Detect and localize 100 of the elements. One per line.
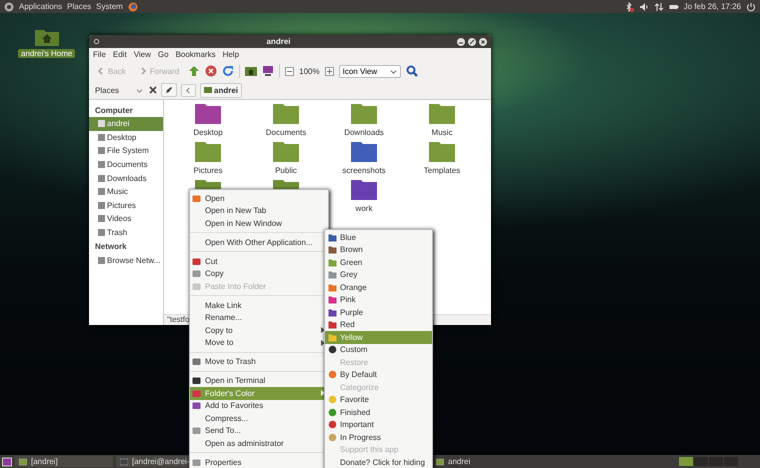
folder-icon[interactable] [429, 142, 455, 162]
folder-icon[interactable] [351, 180, 377, 200]
file-label[interactable]: Pictures [194, 166, 222, 175]
stop-icon[interactable] [205, 65, 218, 77]
sidebar-heading: Computer [94, 105, 134, 117]
show-desktop-icon[interactable] [2, 456, 12, 466]
menu-item[interactable]: Custom [325, 344, 432, 356]
sidebar-item[interactable]: Pictures [89, 198, 163, 212]
menu-item[interactable]: Edit [112, 50, 127, 59]
menu-item[interactable]: Favorite [325, 394, 432, 406]
menu-item[interactable]: Move to [190, 336, 328, 349]
sidebar-item[interactable]: andrei [89, 117, 163, 131]
menu-item[interactable]: Copy [190, 268, 328, 280]
menu-item[interactable]: Blue [325, 231, 432, 244]
panel-menu[interactable]: System [96, 2, 123, 11]
menu-item[interactable]: Brown [325, 244, 432, 256]
menu-item[interactable]: Help [222, 50, 240, 59]
zoom-level: 100% [299, 66, 320, 76]
file-label[interactable]: Music [432, 128, 452, 137]
sidebar-item[interactable]: File System [89, 144, 163, 158]
speaker-icon[interactable] [638, 2, 649, 12]
computer-icon[interactable] [262, 65, 274, 77]
sidebar-item[interactable]: Documents [89, 158, 163, 172]
menu-item[interactable]: Add to Favorites [190, 400, 328, 412]
right-chevron-icon [138, 67, 147, 75]
close-pane-icon[interactable] [149, 86, 157, 94]
up-arrow-icon[interactable] [188, 65, 200, 77]
menu-item[interactable]: View [134, 50, 151, 59]
menu-item[interactable]: Send To... [190, 424, 328, 437]
menu-item[interactable]: Compress... [190, 412, 328, 424]
file-label[interactable]: Public [275, 166, 297, 175]
menu-item[interactable]: Important [325, 418, 432, 431]
menu-item[interactable]: By Default [325, 368, 432, 381]
sidebar-item[interactable]: Downloads [89, 171, 163, 185]
menu-item[interactable]: Rename... [190, 312, 328, 324]
menu-item[interactable]: Donate? Click for hiding [325, 456, 432, 468]
close-icon[interactable] [479, 38, 487, 46]
view-dropdown[interactable]: Icon View [338, 64, 401, 78]
power-icon[interactable] [746, 2, 756, 12]
file-label[interactable]: Desktop [193, 128, 223, 137]
folder-icon[interactable] [429, 104, 455, 124]
network-arrows-icon[interactable] [654, 2, 664, 12]
menu-item[interactable]: Open [190, 192, 328, 204]
taskbar-button[interactable]: [andrei] [15, 456, 113, 467]
folder-icon[interactable] [195, 142, 221, 162]
folder-icon[interactable] [195, 104, 221, 124]
minimize-icon[interactable] [457, 38, 465, 46]
panel-menu[interactable]: Places [67, 2, 92, 11]
distro-logo-icon[interactable] [4, 2, 14, 12]
search-icon[interactable] [406, 65, 418, 77]
edit-location-button[interactable] [161, 83, 177, 97]
menu-item[interactable]: Open With Other Application... [190, 236, 328, 248]
reload-icon[interactable] [222, 65, 234, 77]
menu-item[interactable]: Grey [325, 268, 432, 281]
menu-item[interactable]: Finished [325, 406, 432, 418]
sidebar-item[interactable]: Trash [89, 226, 163, 240]
sidebar-item[interactable]: Desktop [89, 130, 163, 144]
path-button[interactable]: andrei [200, 82, 242, 98]
path-back-button[interactable] [181, 84, 196, 96]
menu-item[interactable]: Copy to [190, 324, 328, 336]
folder-icon [204, 86, 212, 94]
file-label[interactable]: work [356, 204, 372, 213]
menu-item[interactable]: Move to Trash [190, 356, 328, 368]
menu-item[interactable]: Green [325, 256, 432, 268]
zoom-in-icon[interactable] [324, 66, 334, 76]
browser-icon[interactable] [128, 2, 138, 12]
file-label[interactable]: Downloads [344, 128, 384, 137]
menu-item[interactable]: File [93, 50, 106, 59]
folder-icon[interactable] [351, 104, 377, 124]
zoom-out-icon[interactable] [285, 66, 294, 76]
menu-item[interactable]: Go [158, 50, 169, 59]
clock[interactable]: Jo feb 26, 17:26 [684, 2, 741, 11]
home-folder-icon[interactable] [245, 65, 258, 77]
sidebar-item[interactable]: Music [89, 184, 163, 199]
sidebar-item[interactable]: Browse Netw... [89, 253, 163, 267]
menu-item[interactable]: Open in New Tab [190, 204, 328, 217]
left-chevron-icon [97, 67, 105, 75]
folder-icon[interactable] [273, 104, 299, 124]
menu-item[interactable]: Orange [325, 281, 432, 294]
sidebar-item[interactable]: Videos [89, 212, 163, 226]
menu-item[interactable]: Open as administrator [190, 437, 328, 450]
caret-icon [390, 68, 397, 74]
panel-menu[interactable]: Applications [19, 2, 62, 11]
menu-item[interactable]: In Progress [325, 431, 432, 444]
bluetooth-icon[interactable] [624, 2, 634, 12]
menu-item[interactable]: Pink [325, 294, 432, 306]
folder-icon[interactable] [273, 142, 299, 162]
file-label[interactable]: Documents [266, 128, 306, 137]
folder-icon[interactable] [351, 142, 377, 162]
places-dropdown[interactable]: Places [93, 86, 145, 94]
menu-item[interactable]: Make Link [190, 299, 328, 312]
desktop-icon-label[interactable]: andrei's Home [18, 49, 76, 58]
menu-item[interactable]: Open in New Window [190, 217, 328, 230]
menu-item[interactable]: Bookmarks [176, 50, 216, 59]
file-label[interactable]: screenshots [342, 166, 386, 175]
menu-item[interactable]: Open in Terminal [190, 374, 328, 387]
menu-item[interactable]: Cut [190, 255, 328, 268]
file-label[interactable]: Templates [424, 166, 460, 175]
window-menu-icon[interactable] [93, 38, 100, 45]
maximize-icon[interactable] [468, 38, 476, 46]
